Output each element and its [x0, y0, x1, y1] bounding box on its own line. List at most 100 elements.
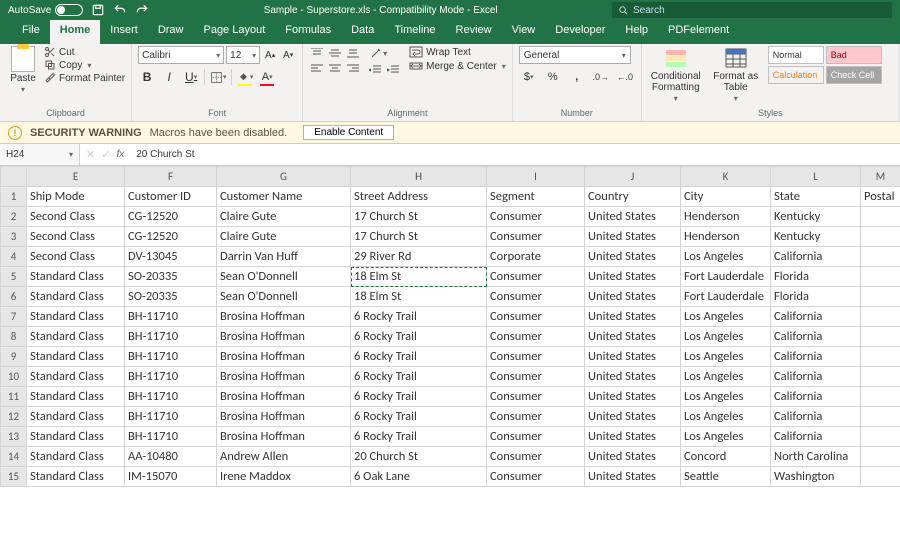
decrease-font-button[interactable]: A▾ — [280, 46, 296, 64]
undo-icon[interactable] — [113, 3, 127, 17]
cell[interactable]: Standard Class — [27, 347, 125, 367]
row-header[interactable]: 11 — [1, 387, 27, 407]
tab-timeline[interactable]: Timeline — [384, 20, 445, 44]
cell[interactable]: Los Angeles — [681, 347, 771, 367]
cell-style-normal[interactable]: Normal — [768, 46, 824, 64]
bold-button[interactable]: B — [138, 68, 156, 86]
cell[interactable] — [861, 367, 900, 387]
align-left-button[interactable] — [309, 62, 325, 76]
conditional-formatting-button[interactable]: Conditional Formatting▾ — [648, 46, 704, 103]
cell[interactable] — [861, 247, 900, 267]
tab-review[interactable]: Review — [446, 20, 502, 44]
cell[interactable]: Florida — [771, 267, 861, 287]
cell[interactable]: IM-15070 — [125, 467, 217, 487]
cell[interactable]: United States — [585, 467, 681, 487]
cell[interactable]: Brosina Hoffman — [217, 407, 351, 427]
column-header-G[interactable]: G — [217, 167, 351, 187]
cell[interactable]: CG-12520 — [125, 207, 217, 227]
save-icon[interactable] — [91, 3, 105, 17]
cell[interactable]: BH-11710 — [125, 387, 217, 407]
cell[interactable]: 6 Rocky Trail — [351, 427, 487, 447]
row-header[interactable]: 9 — [1, 347, 27, 367]
align-top-button[interactable] — [309, 46, 325, 60]
cell[interactable]: United States — [585, 367, 681, 387]
cell[interactable]: Customer Name — [217, 187, 351, 207]
cell[interactable]: Sean O'Donnell — [217, 287, 351, 307]
column-header-L[interactable]: L — [771, 167, 861, 187]
align-center-button[interactable] — [327, 62, 343, 76]
cell[interactable]: United States — [585, 207, 681, 227]
number-format-select[interactable]: General▾ — [519, 46, 631, 64]
cell[interactable]: Consumer — [487, 207, 585, 227]
cell[interactable]: Darrin Van Huff — [217, 247, 351, 267]
cell[interactable]: Consumer — [487, 387, 585, 407]
row-header[interactable]: 13 — [1, 427, 27, 447]
cell[interactable]: Brosina Hoffman — [217, 347, 351, 367]
tab-file[interactable]: File — [12, 20, 50, 44]
cell[interactable]: Los Angeles — [681, 307, 771, 327]
cell[interactable]: Standard Class — [27, 367, 125, 387]
column-header-M[interactable]: M — [861, 167, 900, 187]
cell[interactable]: 18 Elm St — [351, 287, 487, 307]
cell[interactable]: 6 Rocky Trail — [351, 327, 487, 347]
merge-center-button[interactable]: Merge & Center▾ — [409, 60, 506, 72]
cell[interactable]: 6 Rocky Trail — [351, 407, 487, 427]
cell[interactable] — [861, 427, 900, 447]
cell[interactable]: United States — [585, 447, 681, 467]
cell[interactable]: Standard Class — [27, 387, 125, 407]
cell[interactable]: Henderson — [681, 207, 771, 227]
format-as-table-button[interactable]: Format as Table▾ — [708, 46, 764, 103]
cell[interactable]: United States — [585, 387, 681, 407]
cell[interactable]: Henderson — [681, 227, 771, 247]
cell[interactable]: Washington — [771, 467, 861, 487]
cell[interactable]: Brosina Hoffman — [217, 387, 351, 407]
row-header[interactable]: 5 — [1, 267, 27, 287]
cell[interactable]: 6 Rocky Trail — [351, 307, 487, 327]
cell[interactable]: 17 Church St — [351, 227, 487, 247]
cell-style-check[interactable]: Check Cell — [826, 66, 882, 84]
cell[interactable]: CG-12520 — [125, 227, 217, 247]
cell[interactable]: United States — [585, 287, 681, 307]
column-header-H[interactable]: H — [351, 167, 487, 187]
cell[interactable]: Country — [585, 187, 681, 207]
cell[interactable]: Los Angeles — [681, 407, 771, 427]
cell[interactable] — [861, 407, 900, 427]
tab-page-layout[interactable]: Page Layout — [193, 20, 275, 44]
cell[interactable]: California — [771, 307, 861, 327]
cell[interactable]: BH-11710 — [125, 407, 217, 427]
comma-format-button[interactable]: , — [567, 68, 587, 86]
cell[interactable]: Los Angeles — [681, 427, 771, 447]
format-painter-button[interactable]: Format Painter — [44, 72, 125, 84]
cell[interactable]: Brosina Hoffman — [217, 367, 351, 387]
cell[interactable]: 6 Rocky Trail — [351, 347, 487, 367]
row-header[interactable]: 6 — [1, 287, 27, 307]
row-header[interactable]: 14 — [1, 447, 27, 467]
cell[interactable]: Brosina Hoffman — [217, 327, 351, 347]
cell[interactable]: Street Address — [351, 187, 487, 207]
cell[interactable]: California — [771, 347, 861, 367]
row-header[interactable]: 8 — [1, 327, 27, 347]
cell[interactable]: Consumer — [487, 427, 585, 447]
cell-style-calculation[interactable]: Calculation — [768, 66, 824, 84]
enable-content-button[interactable]: Enable Content — [303, 125, 394, 140]
cell[interactable]: Standard Class — [27, 307, 125, 327]
cell[interactable]: 6 Oak Lane — [351, 467, 487, 487]
cell[interactable]: DV-13045 — [125, 247, 217, 267]
fill-color-button[interactable]: ▾ — [236, 68, 254, 86]
font-size-select[interactable]: 12▾ — [226, 46, 260, 64]
cell[interactable]: 18 Elm St — [351, 267, 487, 287]
percent-format-button[interactable]: % — [543, 68, 563, 86]
cell[interactable]: 20 Church St — [351, 447, 487, 467]
cell[interactable]: California — [771, 367, 861, 387]
cell[interactable]: California — [771, 427, 861, 447]
cell[interactable]: Los Angeles — [681, 247, 771, 267]
copy-button[interactable]: Copy▾ — [44, 59, 125, 71]
accounting-format-button[interactable]: $▾ — [519, 68, 539, 86]
column-header-F[interactable]: F — [125, 167, 217, 187]
fx-icon[interactable]: fx — [116, 149, 124, 160]
column-header-E[interactable]: E — [27, 167, 125, 187]
cell[interactable]: United States — [585, 407, 681, 427]
cut-button[interactable]: Cut — [44, 46, 125, 58]
cell[interactable]: SO-20335 — [125, 287, 217, 307]
cell[interactable]: United States — [585, 327, 681, 347]
